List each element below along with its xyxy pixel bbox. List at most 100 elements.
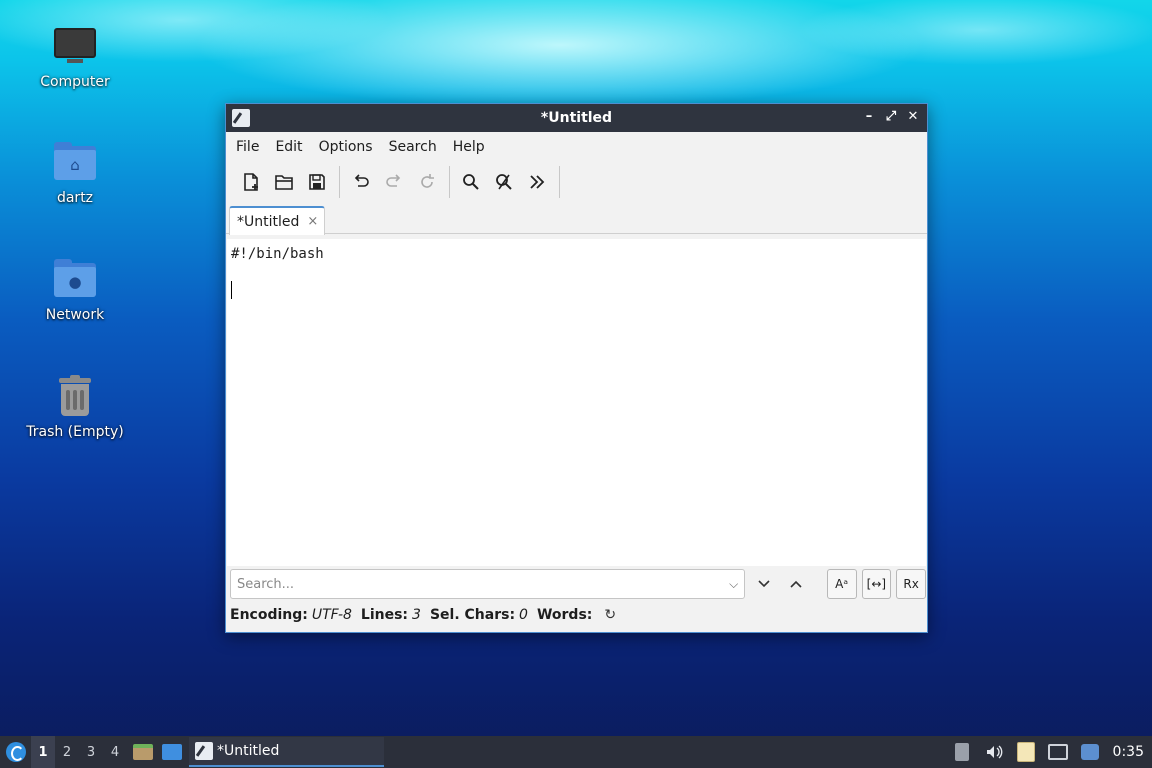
search-input[interactable] <box>237 576 730 592</box>
toolbar-separator <box>559 166 560 198</box>
toolbar <box>226 162 927 202</box>
open-folder-icon <box>275 175 293 190</box>
undo-icon <box>354 174 369 187</box>
menu-file[interactable]: File <box>230 139 265 155</box>
workspace-2[interactable]: 2 <box>55 736 79 768</box>
file-manager-launcher[interactable] <box>130 739 156 765</box>
reload-button[interactable] <box>412 167 442 197</box>
text-editor-area[interactable]: #!/bin/bash <box>227 239 926 566</box>
tab-close-icon[interactable]: × <box>307 214 318 229</box>
more-tools-button[interactable] <box>522 167 552 197</box>
tab-bar: *Untitled × <box>226 202 927 235</box>
search-bar: ⌵ Aᵃ [↔] Rx <box>227 566 926 602</box>
desktop-icon-computer[interactable]: Computer <box>10 22 140 90</box>
desktop-icon-network[interactable]: ● Network <box>10 255 140 323</box>
taskbar: 1 2 3 4 *Untitled 0:35 <box>0 736 1152 768</box>
start-menu-button[interactable] <box>1 737 31 767</box>
clock[interactable]: 0:35 <box>1113 744 1144 760</box>
text-editor-icon <box>195 742 213 760</box>
tray-app-button[interactable] <box>949 739 975 765</box>
words-label: Words: <box>536 607 593 623</box>
app-icon <box>232 109 250 127</box>
search-icon <box>463 174 479 190</box>
close-button[interactable]: ✕ <box>905 109 921 125</box>
search-combobox[interactable]: ⌵ <box>230 569 746 599</box>
desktop-icon-trash[interactable]: Trash (Empty) <box>10 372 140 440</box>
toolbar-separator <box>339 166 340 198</box>
find-previous-button[interactable] <box>783 571 809 597</box>
encoding-label: Encoding: <box>230 607 308 623</box>
text-caret <box>231 281 232 299</box>
maximize-button[interactable]: ⤢ <box>883 109 899 125</box>
selchars-label: Sel. Chars: <box>429 607 516 623</box>
lines-value: 3 <box>412 607 421 623</box>
whole-word-toggle[interactable]: [↔] <box>861 569 892 599</box>
window-titlebar[interactable]: *Untitled – ⤢ ✕ <box>226 104 927 132</box>
network-button[interactable] <box>1045 739 1071 765</box>
desktop-icon-label: Computer <box>40 74 110 90</box>
clipboard-button[interactable] <box>1013 739 1039 765</box>
editor-window: *Untitled – ⤢ ✕ File Edit Options Search… <box>225 103 928 633</box>
system-tray: 0:35 <box>943 736 1152 768</box>
refresh-word-count-icon[interactable]: ↻ <box>604 607 616 623</box>
new-document-icon <box>244 173 258 191</box>
selchars-value: 0 <box>519 607 528 623</box>
tab-label: *Untitled <box>237 213 300 230</box>
workspace-1[interactable]: 1 <box>31 736 55 768</box>
workspace-3[interactable]: 3 <box>79 736 103 768</box>
window-title: *Untitled <box>540 110 613 126</box>
show-desktop-icon <box>162 744 182 760</box>
redo-icon <box>386 174 401 187</box>
undo-button[interactable] <box>346 167 376 197</box>
distro-logo-icon <box>6 742 26 762</box>
desktop-icon-label: Network <box>45 307 105 323</box>
redo-button[interactable] <box>379 167 409 197</box>
home-folder-icon: ⌂ <box>51 138 99 186</box>
menu-search[interactable]: Search <box>383 139 443 155</box>
notifications-icon <box>1080 744 1099 760</box>
open-file-button[interactable] <box>269 167 299 197</box>
menu-edit[interactable]: Edit <box>269 139 308 155</box>
taskbar-task-untitled[interactable]: *Untitled <box>189 737 384 767</box>
trash-icon <box>51 372 99 420</box>
updates-icon <box>954 743 969 761</box>
clipboard-icon <box>1016 742 1035 762</box>
notifications-button[interactable] <box>1077 739 1103 765</box>
reload-icon <box>421 174 434 188</box>
volume-button[interactable] <box>981 739 1007 765</box>
task-label: *Untitled <box>217 743 280 759</box>
chevron-down-icon[interactable]: ⌵ <box>729 577 738 592</box>
network-folder-icon: ● <box>51 255 99 303</box>
match-case-toggle[interactable]: Aᵃ <box>826 569 857 599</box>
show-desktop-button[interactable] <box>159 739 185 765</box>
desktop-icon-label: dartz <box>56 190 94 206</box>
editor-line: #!/bin/bash <box>231 246 324 262</box>
tab-untitled[interactable]: *Untitled × <box>229 206 325 235</box>
desktop-icon-label: Trash (Empty) <box>26 424 124 440</box>
file-manager-icon <box>133 744 153 760</box>
regex-toggle[interactable]: Rx <box>896 569 926 599</box>
lines-label: Lines: <box>360 607 409 623</box>
save-button[interactable] <box>302 167 332 197</box>
volume-icon <box>986 745 1002 759</box>
find-next-button[interactable] <box>751 571 777 597</box>
menu-options[interactable]: Options <box>313 139 379 155</box>
workspace-4[interactable]: 4 <box>103 736 127 768</box>
minimize-button[interactable]: – <box>861 109 877 125</box>
computer-icon <box>51 22 99 70</box>
find-replace-button[interactable] <box>489 167 519 197</box>
chevron-up-icon <box>790 580 802 588</box>
more-chevrons-icon <box>530 175 545 189</box>
find-button[interactable] <box>456 167 486 197</box>
desktop-icon-home[interactable]: ⌂ dartz <box>10 138 140 206</box>
new-document-button[interactable] <box>236 167 266 197</box>
menu-help[interactable]: Help <box>447 139 491 155</box>
chevron-down-icon <box>758 580 770 588</box>
encoding-value: UTF-8 <box>311 607 352 623</box>
network-icon <box>1047 744 1068 760</box>
save-icon <box>309 174 325 190</box>
menubar: File Edit Options Search Help <box>226 132 927 162</box>
toolbar-separator <box>449 166 450 198</box>
find-replace-icon <box>496 174 512 190</box>
status-bar: Encoding: UTF-8 Lines: 3 Sel. Chars: 0 W… <box>230 602 616 628</box>
